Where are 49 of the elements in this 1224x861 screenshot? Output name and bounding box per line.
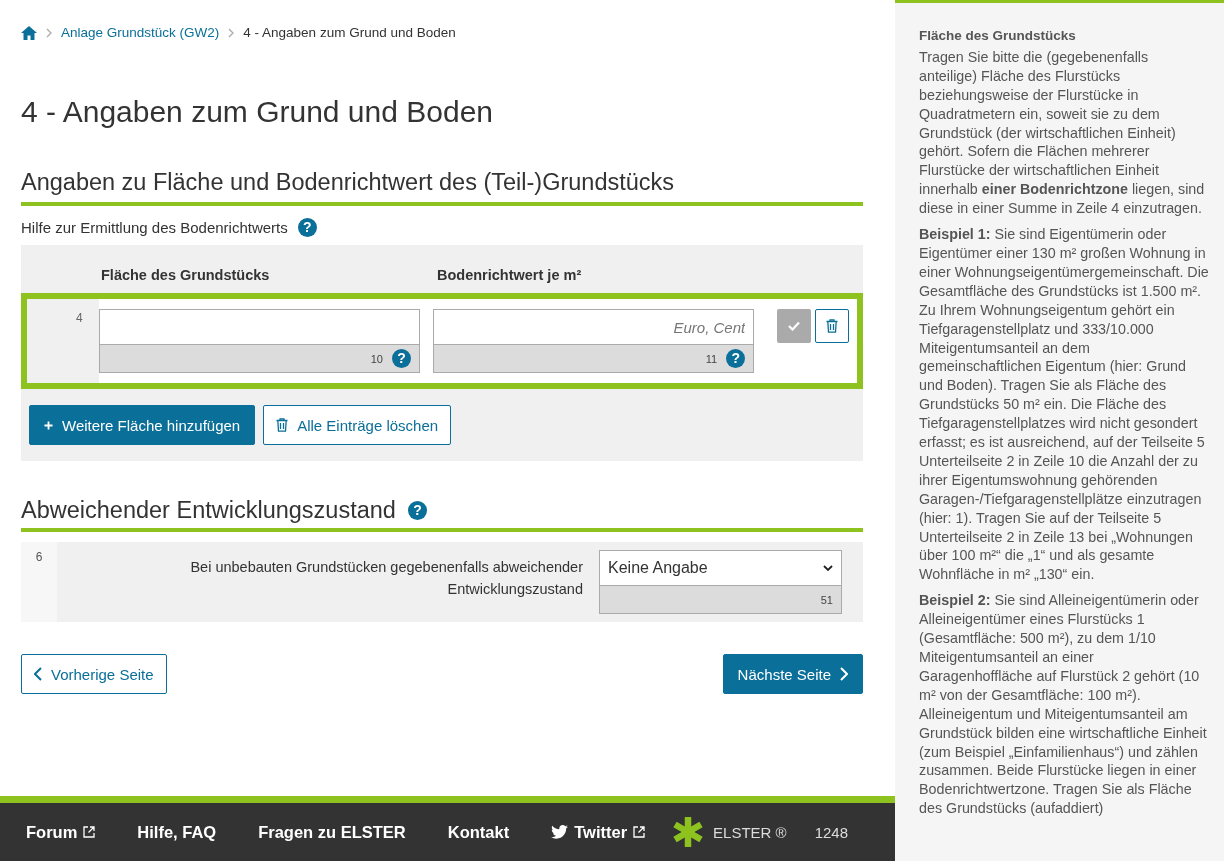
breadcrumb-link[interactable]: Anlage Grundstück (GW2) — [61, 25, 220, 40]
chevron-icon — [228, 27, 235, 38]
line-number: 4 — [27, 299, 99, 383]
help-title: Fläche des Grundstücks — [919, 27, 1077, 45]
breadcrumb-current: 4 - Angaben zum Grund und Boden — [243, 25, 456, 40]
plus-icon — [44, 420, 53, 430]
footer-link[interactable]: Kontakt — [447, 822, 510, 842]
field-label: Bei unbebauten Grundstücken gegebenenfalls abweichender Entwicklungszustand — [189, 558, 584, 599]
help-button[interactable]: ? — [407, 501, 427, 520]
asterisk-logo-icon — [673, 817, 704, 847]
dropdown-caret-icon — [823, 565, 833, 571]
trash-icon — [276, 418, 289, 432]
footer-link[interactable]: Hilfe, FAQ — [137, 822, 217, 842]
field-number: 11 — [705, 352, 718, 365]
brand-name: ELSTER ® — [713, 823, 787, 841]
previous-page-button[interactable]: Vorherige Seite — [21, 654, 167, 694]
chevron-icon — [46, 27, 52, 38]
bird-icon — [551, 825, 569, 839]
footer-link[interactable]: Fragen zu ELSTER — [258, 822, 406, 842]
page-title: 4 - Angaben zum Grund und Boden — [21, 95, 494, 129]
delete-button[interactable] — [815, 309, 849, 343]
column-header: Fläche des Grundstücks — [101, 267, 271, 283]
column-header: Bodenrichtwert je m² — [437, 267, 582, 283]
checkmark-icon — [788, 321, 801, 331]
help-button[interactable]: ? — [726, 349, 746, 368]
input-field[interactable]: Euro, Cent — [432, 309, 755, 345]
field-number: 51 — [820, 593, 833, 606]
trash-icon — [826, 319, 839, 333]
help-button[interactable]: ? — [391, 349, 411, 368]
select-field[interactable]: Keine Angabe — [599, 550, 842, 586]
chevron-right-icon — [840, 667, 848, 681]
field-number: 10 — [370, 352, 383, 365]
section-title: Abweichender Entwicklungszustand — [21, 497, 396, 524]
section-title: Angaben zu Fläche und Bodenrichtwert des (Teil-)Grundstücks — [21, 169, 863, 206]
footer-text: 1248 — [814, 823, 849, 841]
help-paragraph: Beispiel 1: Sie sind Eigentümerin oder Eigentümer einer 130 m² großen Wohnung in einer Wohnungseigentümergemeinschaft. Die Gesamtfläche des Grundstücks ist 1.500 m². Zu Ihrem Wohnungseigentum gehört ein Tiefgaragenstellplatz und 333/10.000 Miteigentumsanteil an dem gemeinschaftlichen Eigentum (hier: Grund und Boden). Tragen Sie als Fläche des Grundstücks 50 m² ein. Die Fläche des Tiefgaragenstellplatzes wird nicht gesondert erfasst; es ist ausreichend, auf der Teilseite 5 Unterteilseite 2 in Zeile 10 die Anzahl der zu ihrer Eigentumswohnung gehörenden Garagen-/Tiefgaragenstellplätze einzutragen (hier: 1). Tragen Sie auf der Teilseite 5 Unterteilseite 2 in Zeile 13 bei „Wohnungen über 100 m²“ die „1“ und als gesamte Wohnfläche in m² „130“ ein. — [919, 225, 1210, 585]
footer-link[interactable]: Forum — [26, 822, 96, 842]
add-area-button[interactable]: Weitere Fläche hinzufügen — [29, 405, 256, 445]
help-label: Hilfe zur Ermittlung des Bodenrichtwerts — [21, 219, 288, 236]
input-field[interactable] — [98, 309, 420, 345]
chevron-left-icon — [34, 667, 42, 681]
line-number: 6 — [21, 542, 57, 622]
footer-link[interactable]: Twitter — [551, 822, 646, 842]
help-paragraph: Tragen Sie bitte die (gegebenenfalls anteilige) Fläche des Flurstücks beziehungsweise der Flurstücke in Quadratmetern ein, soweit sie zu dem Grundstück (der wirtschaftlichen Einheit) gehört. Sofern die Flächen mehrerer Flurstücke der wirtschaftlichen Einheit innerhalb einer Bodenrichtzone liegen, sind diese in einer Summe in Zeile 4 einzutragen. — [919, 47, 1206, 219]
next-page-button[interactable]: Nächste Seite — [722, 654, 863, 694]
home-icon[interactable] — [21, 25, 37, 40]
help-paragraph: Beispiel 2: Sie sind Alleineigentümerin oder Alleineigentümer eines Flurstücks 1 (Gesamtfläche: 500 m²), zu dem 1/10 Miteigentumsanteil an einer Garagenhoffläche auf Flurstück 2 gehört (10 m² von der Gesamtfläche: 100 m²). Alleineigentum und Miteigentumsanteil am Grundstück bilden eine wirtschaftliche Einheit (zum Beispiel „Einfamilienhaus“) und zählen zusammen. Beide Flurstücke liegen in einer Bodenrichtwertzone. Tragen Sie als Fläche des Grundstücks (aufaddiert) — [919, 591, 1208, 819]
clear-all-button[interactable]: Alle Einträge löschen — [263, 405, 452, 445]
help-button[interactable]: ? — [297, 218, 317, 237]
